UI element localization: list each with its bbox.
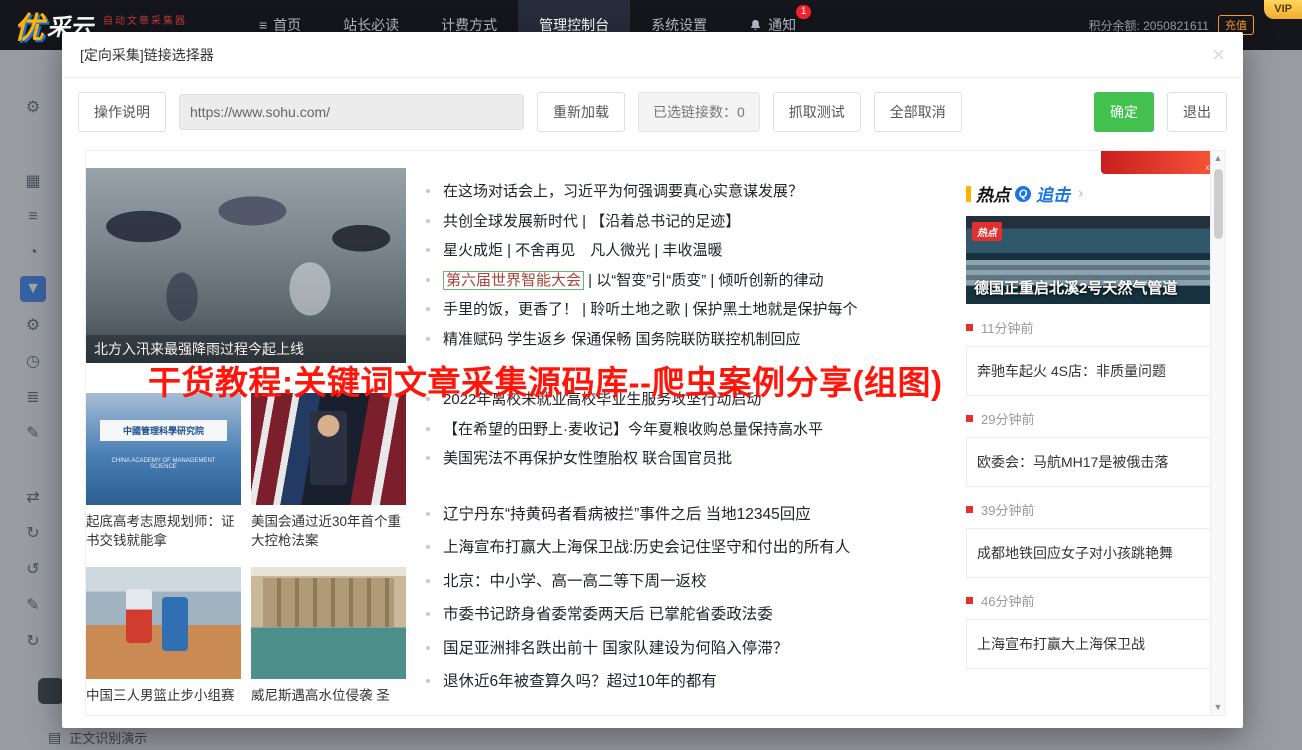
news-card-image[interactable]: 中國管理科學研究院CHINA ACADEMY OF MANAGEMENT SCI… [86,393,241,505]
url-input[interactable] [179,94,524,130]
menu-item-icon: ≡ [259,18,267,32]
news-card-caption[interactable]: 起底高考志愿规划师：证书交钱就能拿 [86,512,241,550]
image-sign-text: 中國管理科學研究院 [100,420,227,441]
headline-link[interactable]: 星火成炬 | 不舍再见 凡人微光 | 丰收温暖 [426,236,954,266]
news-card-venice[interactable]: 威尼斯遇高水位侵袭 圣 [251,567,406,705]
headline-link[interactable]: 【在希望的田野上·麦收记】今年夏粮收购总量保持高水平 [426,415,954,445]
news-card-image[interactable] [251,393,406,505]
headline-link[interactable]: 退休近6年被查算久吗？超过10年的都有 [426,665,954,699]
page-scrollbar[interactable]: ▲ ▼ [1210,151,1225,715]
news-card-image[interactable] [86,567,241,679]
headline-link[interactable]: 辽宁丹东“持黄码者看病被拦”事件之后 当地12345回应 [426,498,954,532]
hot-news-item[interactable]: 29分钟前 欧委会：马航MH17是被俄击落 [966,409,1226,487]
headline-link[interactable]: 手里的饭，更香了！ | 聆听土地之歌 | 保护黑土地就是保护每个 [426,295,954,325]
exit-button[interactable]: 退出 [1167,92,1227,132]
q-logo-icon: Q [1015,186,1031,202]
headline-link[interactable]: 上海宣布打赢大上海保卫战:历史会记住坚守和付出的所有人 [426,531,954,565]
hot-news-item[interactable]: 46分钟前 上海宣布打赢大上海保卫战 [966,591,1226,669]
selected-link-highlight[interactable]: 第六届世界智能大会 [443,271,584,290]
headline-link[interactable]: 美国宪法不再保护女性堕胎权 联合国官员批 [426,444,954,474]
hot-news-column: 热点 Q 追击 › 热点 德国正重启北溪2号天然气管道 11分钟前 奔驰车起火 … [966,151,1226,682]
chevron-right-icon[interactable]: › [1078,185,1083,203]
hero-news-image[interactable]: 北方入汛来最强降雨过程今起上线 [86,168,406,363]
scroll-up-arrow[interactable]: ▲ [1211,151,1225,166]
headline-link[interactable]: 北京：中小学、高一高二等下周一返校 [426,565,954,599]
news-left-column: 北方入汛来最强降雨过程今起上线 中國管理科學研究院CHINA ACADEMY O… [86,151,406,705]
red-square-bullet [966,506,973,513]
headline-link[interactable]: 第六届世界智能大会 | 以“智变”引“质变” | 倾听创新的律动 [426,266,954,296]
hot-news-title[interactable]: 成都地铁回应女子对小孩跳艳舞 [966,528,1226,578]
news-card-caption[interactable]: 美国会通过近30年首个重大控枪法案 [251,512,406,550]
hot-hero-image[interactable]: 热点 德国正重启北溪2号天然气管道 [966,216,1226,304]
embedded-webpage: xuexi 北方入汛来最强降雨过程今起上线 中國管理科學研究院CHINA ACA… [85,150,1226,716]
news-cards: 中國管理科學研究院CHINA ACADEMY OF MANAGEMENT SCI… [86,393,406,705]
hot-news-item[interactable]: 11分钟前 奔驰车起火 4S店：非质量问题 [966,318,1226,396]
hot-tag: 热点 [972,222,1002,241]
vip-badge[interactable]: VIP [1264,0,1302,19]
news-card-academy[interactable]: 中國管理科學研究院CHINA ACADEMY OF MANAGEMENT SCI… [86,393,241,550]
scrollbar-thumb[interactable] [1214,169,1223,239]
headline-list-bottom: 辽宁丹东“持黄码者看病被拦”事件之后 当地12345回应 上海宣布打赢大上海保卫… [426,498,954,699]
hot-news-time: 39分钟前 [981,500,1034,519]
hot-news-item[interactable]: 39分钟前 成都地铁回应女子对小孩跳艳舞 [966,500,1226,578]
red-square-bullet [966,415,973,422]
points-balance: 积分余额: 2050821611 [1088,17,1209,34]
modal-header: [定向采集]链接选择器 × [62,32,1243,78]
news-card-caption[interactable]: 威尼斯遇高水位侵袭 圣 [251,686,406,705]
modal-toolbar: 操作说明 重新加载 已选链接数：0 抓取测试 全部取消 确定 退出 [62,78,1243,144]
headline-link[interactable]: 市委书记跻身省委常委两天后 已掌舵省委政法委 [426,598,954,632]
help-button[interactable]: 操作说明 [78,92,166,132]
red-square-bullet [966,597,973,604]
reload-button[interactable]: 重新加载 [537,92,625,132]
news-headline-column: 在这场对话会上，习近平为何强调要真心实意谋发展？ 共创全球发展新时代 | 【沿着… [426,151,954,699]
hot-news-title[interactable]: 奔驰车起火 4S店：非质量问题 [966,346,1226,396]
hot-news-time: 46分钟前 [981,591,1034,610]
hot-news-time: 29分钟前 [981,409,1034,428]
hot-title-blue: 追击 [1036,181,1070,206]
link-selector-modal: [定向采集]链接选择器 × 操作说明 重新加载 已选链接数：0 抓取测试 全部取… [62,32,1243,728]
hot-section-header[interactable]: 热点 Q 追击 › [966,181,1226,206]
news-card-gun-law[interactable]: 美国会通过近30年首个重大控枪法案 [251,393,406,550]
modal-title: [定向采集]链接选择器 [80,45,214,65]
news-card-image[interactable] [251,567,406,679]
menu-item-icon [749,19,762,32]
hot-news-title[interactable]: 上海宣布打赢大上海保卫战 [966,619,1226,669]
hot-news-time: 11分钟前 [981,318,1034,337]
hot-hero-caption[interactable]: 德国正重启北溪2号天然气管道 [974,277,1224,298]
brand-subtitle: 自动文章采集器 [103,12,187,27]
brand-glyph: 优 [14,3,44,47]
red-square-bullet [966,324,973,331]
headline-list-top: 在这场对话会上，习近平为何强调要真心实意谋发展？ 共创全球发展新时代 | 【沿着… [426,177,954,474]
hot-news-title[interactable]: 欧委会：马航MH17是被俄击落 [966,437,1226,487]
close-icon[interactable]: × [1212,44,1225,66]
promo-banner-image[interactable]: xuexi [1101,151,1226,174]
headline-link[interactable]: 国足亚洲排名跌出前十 国家队建设为何陷入停滞？ [426,632,954,666]
notification-badge: 1 [796,5,811,19]
grab-test-button[interactable]: 抓取测试 [773,92,861,132]
cancel-all-button[interactable]: 全部取消 [874,92,962,132]
news-card-basketball[interactable]: 中国三人男篮止步小组赛 [86,567,241,705]
selected-links-count: 已选链接数：0 [638,92,760,132]
yellow-bar-icon [966,186,971,202]
headline-link[interactable]: 精准赋码 学生返乡 保通保畅 国务院联防联控机制回应 [426,325,954,355]
scroll-down-arrow[interactable]: ▼ [1211,700,1225,715]
confirm-button[interactable]: 确定 [1094,92,1154,132]
hot-news-list: 11分钟前 奔驰车起火 4S店：非质量问题 29分钟前 欧委会：马航MH17是被… [966,318,1226,669]
headline-link[interactable]: 在这场对话会上，习近平为何强调要真心实意谋发展？ [426,177,954,207]
news-card-caption[interactable]: 中国三人男篮止步小组赛 [86,686,241,705]
red-watermark-text: 干货教程:关键词文章采集源码库--爬虫案例分享(组图) [148,356,942,404]
hot-title: 热点 [976,181,1010,206]
headline-link[interactable]: 共创全球发展新时代 | 【沿着总书记的足迹】 [426,207,954,237]
